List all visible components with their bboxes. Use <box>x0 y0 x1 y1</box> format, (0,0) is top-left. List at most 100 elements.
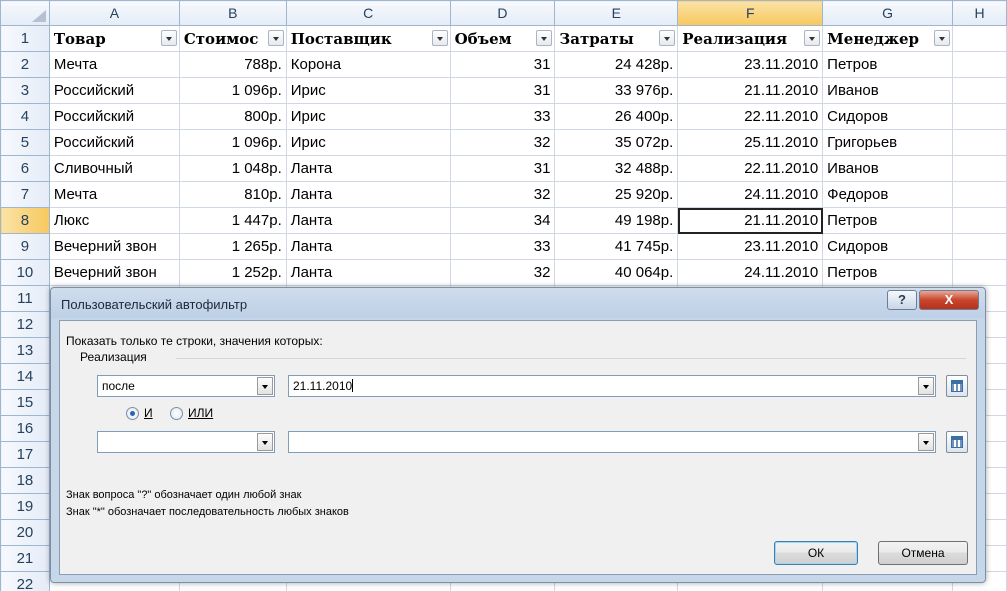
cell[interactable]: Иванов <box>822 77 954 104</box>
column-header-h[interactable]: H <box>952 0 1007 26</box>
cell[interactable]: 40 064р. <box>554 259 679 286</box>
select-all-corner[interactable] <box>0 0 50 26</box>
spreadsheet-grid[interactable]: A B C D E F G H 1 Товар Стоимос Поставщи… <box>0 0 1007 591</box>
row-header[interactable]: 16 <box>0 415 50 442</box>
close-button[interactable]: X <box>919 290 979 310</box>
row-header[interactable]: 2 <box>0 51 50 78</box>
cell[interactable]: Петров <box>822 259 954 286</box>
cell[interactable] <box>952 259 1007 286</box>
cell[interactable]: 49 198р. <box>554 207 679 234</box>
cell[interactable]: 24.11.2010 <box>677 181 824 208</box>
cell[interactable]: Ланта <box>285 233 451 260</box>
header-cell-manager[interactable]: Менеджер <box>822 25 954 52</box>
condition2-operator-select[interactable] <box>97 431 275 453</box>
header-cell-product[interactable]: Товар <box>48 25 180 52</box>
cell[interactable] <box>952 181 1007 208</box>
cell[interactable]: Петров <box>822 51 954 78</box>
condition1-operator-select[interactable]: после <box>97 375 275 397</box>
cell[interactable] <box>952 103 1007 130</box>
and-radio-label[interactable]: И <box>144 406 153 420</box>
cell[interactable]: Мечта <box>48 51 180 78</box>
cell[interactable]: Ланта <box>285 155 451 182</box>
cell[interactable]: Ланта <box>285 207 451 234</box>
chevron-down-icon[interactable] <box>918 377 934 395</box>
cell[interactable] <box>952 129 1007 156</box>
chevron-down-icon[interactable] <box>918 433 934 451</box>
cell[interactable]: Григорьев <box>822 129 954 156</box>
cell[interactable]: 23.11.2010 <box>677 51 824 78</box>
condition1-value-input[interactable]: 21.11.2010 <box>288 375 936 397</box>
column-header-g[interactable]: G <box>822 0 954 26</box>
or-radio[interactable] <box>170 407 183 420</box>
cell[interactable]: 1 096р. <box>178 77 287 104</box>
cell[interactable]: 22.11.2010 <box>677 103 824 130</box>
cell[interactable]: 32 <box>449 259 556 286</box>
cell[interactable] <box>952 51 1007 78</box>
cell[interactable]: 32 488р. <box>554 155 679 182</box>
cell[interactable]: Ланта <box>285 259 451 286</box>
row-header[interactable]: 18 <box>0 467 50 494</box>
cell[interactable]: Вечерний звон <box>48 259 180 286</box>
row-header[interactable]: 9 <box>0 233 50 260</box>
row-header[interactable]: 19 <box>0 493 50 520</box>
cell[interactable] <box>952 25 1007 52</box>
chevron-down-icon[interactable] <box>257 433 273 451</box>
condition2-value-input[interactable] <box>288 431 936 453</box>
cell[interactable]: 35 072р. <box>554 129 679 156</box>
cell[interactable]: 34 <box>449 207 556 234</box>
cell[interactable]: 21.11.2010 <box>677 207 824 234</box>
cell[interactable]: Сидоров <box>822 103 954 130</box>
cell[interactable]: 41 745р. <box>554 233 679 260</box>
row-header[interactable]: 14 <box>0 363 50 390</box>
cell[interactable]: Сидоров <box>822 233 954 260</box>
cell[interactable]: Федоров <box>822 181 954 208</box>
row-header[interactable]: 7 <box>0 181 50 208</box>
column-header-e[interactable]: E <box>554 0 679 26</box>
cell[interactable]: Российский <box>48 103 180 130</box>
row-header[interactable]: 5 <box>0 129 50 156</box>
cell[interactable]: 1 252р. <box>178 259 287 286</box>
cell[interactable]: Российский <box>48 77 180 104</box>
cell[interactable]: 31 <box>449 155 556 182</box>
row-header[interactable]: 4 <box>0 103 50 130</box>
row-header[interactable]: 20 <box>0 519 50 546</box>
cell[interactable]: Мечта <box>48 181 180 208</box>
filter-dropdown-button[interactable] <box>536 30 553 46</box>
cell[interactable]: 22.11.2010 <box>677 155 824 182</box>
cancel-button[interactable]: Отмена <box>878 541 968 565</box>
cell[interactable]: 24 428р. <box>554 51 679 78</box>
cell[interactable]: 25.11.2010 <box>677 129 824 156</box>
cell[interactable]: 32 <box>449 181 556 208</box>
cell[interactable]: Сливочный <box>48 155 180 182</box>
cell[interactable]: Ирис <box>285 103 451 130</box>
cell[interactable]: Ирис <box>285 77 451 104</box>
column-header-b[interactable]: B <box>178 0 287 26</box>
cell[interactable] <box>952 155 1007 182</box>
row-header[interactable]: 6 <box>0 155 50 182</box>
help-button[interactable]: ? <box>887 290 917 310</box>
or-radio-label[interactable]: ИЛИ <box>188 406 213 420</box>
cell[interactable]: 33 <box>449 103 556 130</box>
and-radio[interactable] <box>126 407 139 420</box>
cell[interactable]: 31 <box>449 77 556 104</box>
filter-dropdown-button[interactable] <box>804 30 821 46</box>
date-picker-icon[interactable] <box>946 431 968 453</box>
chevron-down-icon[interactable] <box>257 377 273 395</box>
cell[interactable]: 33 976р. <box>554 77 679 104</box>
cell[interactable] <box>952 77 1007 104</box>
header-cell-cost[interactable]: Стоимос <box>178 25 287 52</box>
row-header[interactable]: 10 <box>0 259 50 286</box>
date-picker-icon[interactable] <box>946 375 968 397</box>
cell[interactable]: 1 096р. <box>178 129 287 156</box>
row-header[interactable]: 8 <box>0 207 50 234</box>
row-header[interactable]: 17 <box>0 441 50 468</box>
row-header[interactable]: 3 <box>0 77 50 104</box>
cell[interactable]: Петров <box>822 207 954 234</box>
cell[interactable]: 24.11.2010 <box>677 259 824 286</box>
cell[interactable]: 25 920р. <box>554 181 679 208</box>
column-header-f[interactable]: F <box>677 0 824 26</box>
filter-dropdown-button[interactable] <box>267 30 284 46</box>
column-header-d[interactable]: D <box>449 0 556 26</box>
header-cell-supplier[interactable]: Поставщик <box>285 25 451 52</box>
filter-dropdown-button[interactable] <box>431 30 448 46</box>
